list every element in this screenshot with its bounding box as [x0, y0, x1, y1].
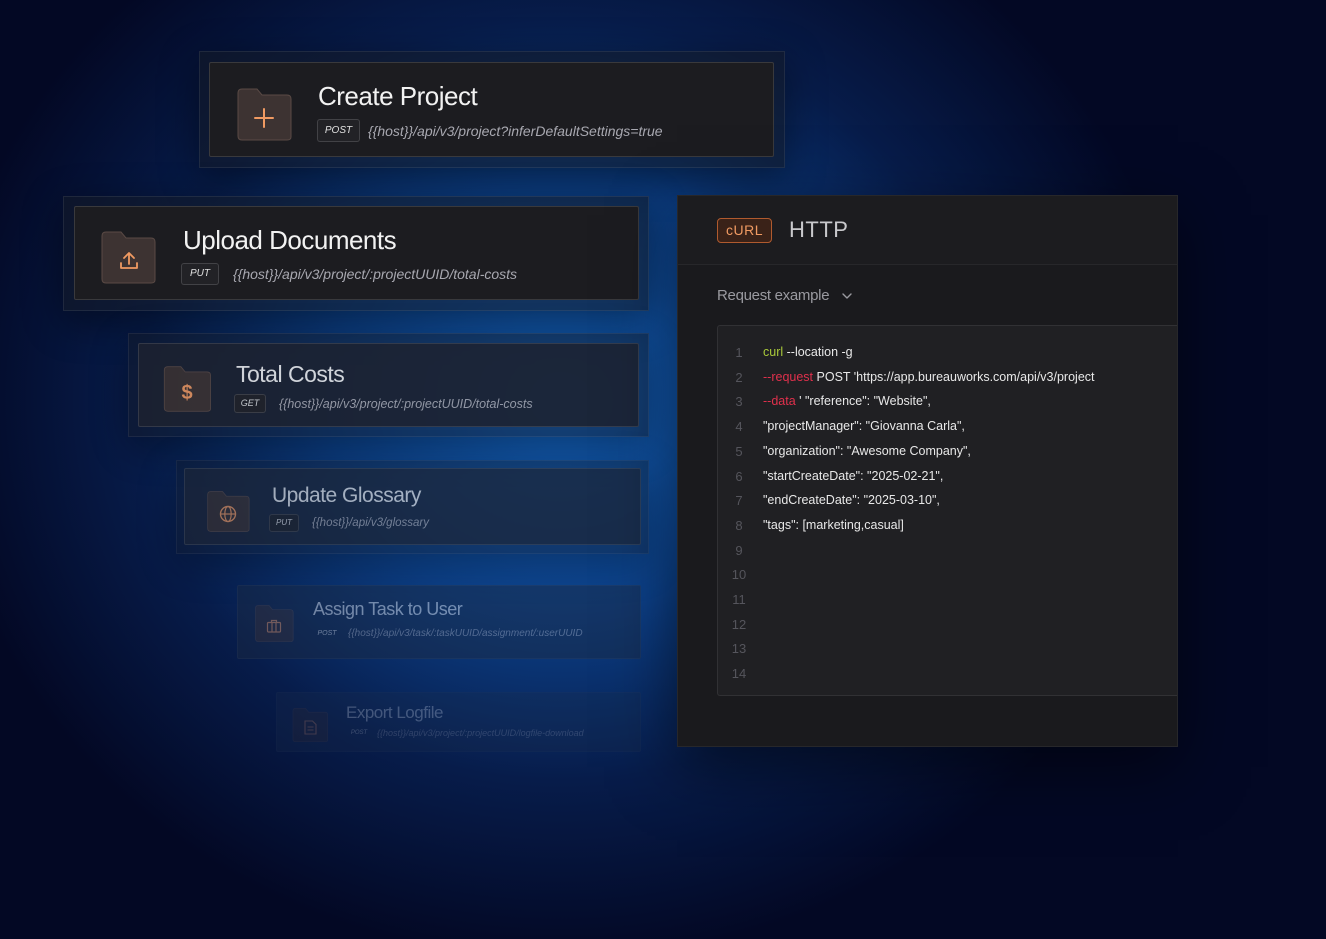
endpoint-card-update-glossary[interactable]: Update Glossary PUT {{host}}/api/v3/glos…	[184, 468, 641, 545]
dollar-icon: $	[181, 382, 193, 404]
globe-icon	[219, 505, 237, 523]
line-number: 10	[731, 567, 747, 583]
code-text: "organization": "Awesome Company",	[763, 444, 971, 458]
endpoint-card-total-costs[interactable]: $ Total Costs GET {{host}}/api/v3/projec…	[138, 343, 639, 427]
code-token: --location -g	[783, 345, 853, 359]
code-text: "startCreateDate": "2025-02-21",	[763, 469, 943, 483]
line-number: 12	[731, 616, 747, 632]
method-badge: PUT	[269, 514, 299, 532]
endpoint-path: {{host}}/api/v3/project?inferDefaultSett…	[368, 123, 663, 139]
code-token: "tags": [marketing,casual]	[763, 517, 904, 532]
code-token: POST 'https://app.bureauworks.com/api/v3…	[813, 369, 1095, 384]
code-text: --request POST 'https://app.bureauworks.…	[763, 370, 1095, 384]
line-number: 5	[735, 443, 743, 459]
code-editor[interactable]: 1 curl --location -g 2 --request POST 'http…	[717, 325, 1177, 696]
line-number: 7	[735, 493, 743, 509]
line-number: 1	[735, 345, 743, 360]
line-number: 13	[731, 641, 747, 657]
code-token: "organization": "Awesome Company",	[763, 443, 971, 458]
code-line: 12	[718, 616, 1177, 642]
request-example-dropdown[interactable]: Request example	[717, 287, 830, 304]
code-line: 14	[718, 666, 1177, 691]
code-line: 13	[718, 641, 1177, 666]
endpoint-path: {{host}}/api/v3/project/:projectUUID/tot…	[233, 266, 518, 282]
tab-curl[interactable]: cURL	[717, 218, 772, 243]
code-line: 8 "tags": [marketing,casual]	[718, 517, 1177, 543]
line-number: 3	[735, 394, 743, 410]
code-line: 11	[718, 592, 1177, 617]
line-number: 14	[731, 666, 747, 682]
plus-icon	[253, 107, 275, 129]
code-line: 7 "endCreateDate": "2025-03-10",	[718, 493, 1177, 518]
upload-icon	[118, 250, 140, 272]
request-example-panel: cURL HTTP Request example 1 curl --locati…	[677, 195, 1178, 747]
chevron-down-icon[interactable]	[840, 289, 854, 303]
code-line: 4 "projectManager": "Giovanna Carla",	[718, 419, 1177, 444]
code-text: "tags": [marketing,casual]	[763, 518, 904, 532]
code-text: "projectManager": "Giovanna Carla",	[763, 419, 965, 433]
code-line: 5 "organization": "Awesome Company",	[718, 443, 1177, 469]
endpoint-card-export-logfile[interactable]: Export Logfile POST {{host}}/api/v3/proj…	[276, 692, 641, 752]
code-line: 2 --request POST 'https://app.bureauworks…	[718, 369, 1177, 395]
code-text: --data ' "reference": "Website",	[763, 394, 931, 408]
endpoint-title: Export Logfile	[346, 703, 443, 722]
endpoint-path: {{host}}/api/v3/project/:projectUUID/log…	[377, 728, 584, 738]
code-line: 10	[718, 567, 1177, 592]
briefcase-icon	[266, 618, 282, 634]
code-token: "endCreateDate": "2025-03-10",	[763, 493, 940, 508]
code-token: "startCreateDate": "2025-02-21",	[763, 468, 944, 483]
endpoint-card-assign-task[interactable]: Assign Task to User POST {{host}}/api/v3…	[237, 585, 641, 659]
code-token: "projectManager": "Giovanna Carla",	[763, 419, 965, 434]
code-token: curl	[763, 345, 784, 359]
line-number: 4	[735, 419, 743, 435]
document-icon	[304, 720, 317, 735]
panel-header: cURL HTTP	[678, 196, 1177, 265]
endpoint-title: Upload Documents	[183, 225, 397, 255]
code-token: --data	[763, 394, 796, 409]
code-line: 1 curl --location -g	[718, 345, 1177, 370]
line-number: 2	[735, 369, 743, 385]
endpoint-title: Create Project	[318, 81, 478, 111]
code-text: "endCreateDate": "2025-03-10",	[763, 493, 940, 507]
code-line: 9	[718, 542, 1177, 568]
endpoint-path: {{host}}/api/v3/task/:taskUUID/assignmen…	[348, 628, 583, 639]
code-token: --request	[763, 369, 814, 384]
endpoint-title: Update Glossary	[272, 484, 421, 507]
code-line: 6 "startCreateDate": "2025-02-21",	[718, 468, 1177, 494]
line-number: 6	[735, 468, 743, 484]
endpoint-card-upload-documents[interactable]: Upload Documents PUT {{host}}/api/v3/pro…	[74, 206, 639, 300]
method-badge: POST	[317, 119, 360, 142]
tab-http[interactable]: HTTP	[789, 217, 848, 243]
method-badge: POST	[350, 730, 368, 736]
endpoint-card-create-project[interactable]: Create Project POST {{host}}/api/v3/proj…	[209, 62, 774, 157]
line-number: 9	[735, 542, 743, 558]
line-number: 11	[732, 592, 746, 607]
code-token: ' "reference": "Website",	[795, 394, 931, 409]
code-text: curl --location -g	[763, 345, 853, 359]
method-badge: POST	[317, 630, 337, 637]
endpoint-title: Assign Task to User	[313, 599, 463, 619]
endpoint-path: {{host}}/api/v3/project/:projectUUID/tot…	[279, 397, 533, 411]
method-badge: GET	[234, 394, 266, 413]
method-badge: PUT	[181, 263, 219, 285]
code-line: 3 --data ' "reference": "Website",	[718, 394, 1177, 419]
endpoint-title: Total Costs	[236, 361, 345, 387]
line-number: 8	[735, 517, 743, 533]
endpoint-path: {{host}}/api/v3/glossary	[312, 517, 429, 529]
